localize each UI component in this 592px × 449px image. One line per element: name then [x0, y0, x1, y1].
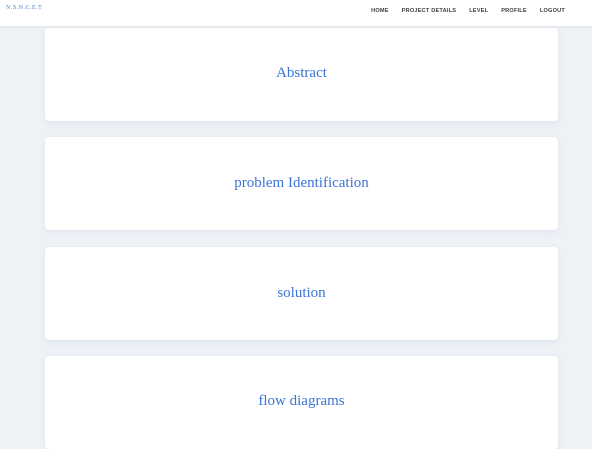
nav-profile-link[interactable]: PROFILE — [501, 8, 527, 14]
nav-logout-link[interactable]: LOGOUT — [540, 8, 565, 14]
nav-level-link[interactable]: LEVEL — [469, 8, 488, 14]
nav-project-details-link[interactable]: PROJECT DETAILS — [402, 8, 457, 14]
brand-logo-text[interactable]: N.S.N.C.E.T — [6, 5, 42, 11]
problem-identification-card[interactable]: problem Identification — [45, 137, 558, 230]
page-content: Abstract problem Identification solution… — [0, 0, 592, 449]
abstract-card[interactable]: Abstract — [45, 28, 558, 121]
flow-diagrams-card[interactable]: flow diagrams — [45, 356, 558, 449]
solution-card[interactable]: solution — [45, 247, 558, 340]
nav-home-link[interactable]: HOME — [371, 8, 389, 14]
problem-identification-card-title[interactable]: problem Identification — [45, 174, 558, 192]
flow-diagrams-card-title[interactable]: flow diagrams — [45, 392, 558, 410]
abstract-card-title[interactable]: Abstract — [45, 64, 558, 82]
solution-card-title[interactable]: solution — [45, 284, 558, 302]
top-navbar: N.S.N.C.E.T HOME PROJECT DETAILS LEVEL P… — [0, 0, 592, 26]
nav-links: HOME PROJECT DETAILS LEVEL PROFILE LOGOU… — [371, 8, 565, 14]
